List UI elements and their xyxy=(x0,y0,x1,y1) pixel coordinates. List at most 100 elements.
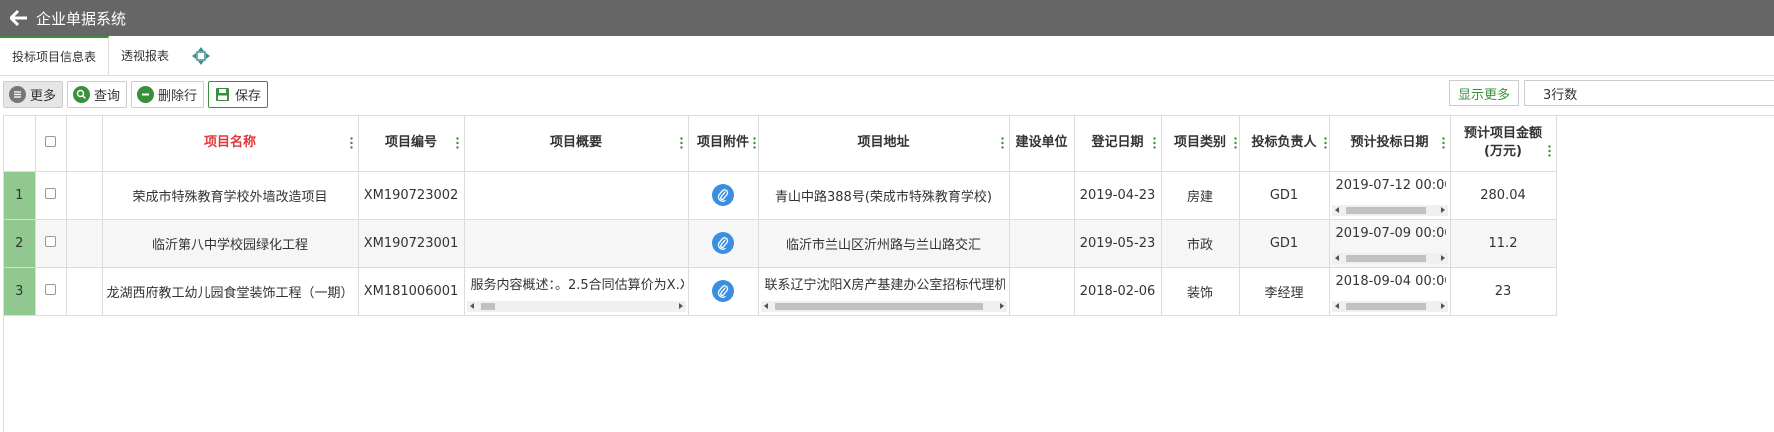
row-select[interactable] xyxy=(35,171,67,220)
cell-builder[interactable] xyxy=(1009,219,1075,268)
cell-project-name[interactable]: 龙湖西府教工幼儿园食堂装饰工程（一期） xyxy=(102,267,359,316)
table-row[interactable]: 1 荣成市特殊教育学校外墙改造项目 XM190723002 青山中路388号(荣… xyxy=(4,171,1557,220)
column-menu-icon[interactable] xyxy=(1547,145,1551,157)
search-icon xyxy=(73,85,91,103)
cell-scrollbar[interactable] xyxy=(760,300,1007,312)
column-menu-icon[interactable] xyxy=(1233,137,1237,149)
cell-reg-date[interactable]: 2019-04-23 xyxy=(1074,171,1162,220)
cell-scrollbar[interactable] xyxy=(1331,204,1448,216)
header-builder[interactable]: 建设单位 xyxy=(1009,116,1075,172)
cell-project-address[interactable]: 联系辽宁沈阳X房产基建办公室招标代理机 xyxy=(758,267,1010,316)
cell-project-code[interactable]: XM181006001 xyxy=(358,267,465,316)
row-select[interactable] xyxy=(35,219,67,268)
cell-project-summary[interactable] xyxy=(464,171,689,220)
cell-scrollbar[interactable] xyxy=(466,300,686,312)
cell-owner[interactable]: GD1 xyxy=(1239,171,1330,220)
more-button[interactable]: 更多 xyxy=(3,80,64,108)
cell-reg-date[interactable]: 2018-02-06 xyxy=(1074,267,1162,316)
save-button[interactable]: 保存 xyxy=(208,80,269,108)
header-rownum xyxy=(4,116,36,172)
query-button[interactable]: 查询 xyxy=(67,80,128,108)
row-select[interactable] xyxy=(35,267,67,316)
paperclip-icon[interactable] xyxy=(712,232,734,254)
cell-attachment[interactable] xyxy=(688,219,759,268)
title-bar: 企业单据系统 xyxy=(0,0,1774,36)
header-project-summary[interactable]: 项目概要 xyxy=(464,116,689,172)
column-menu-icon[interactable] xyxy=(1000,137,1004,149)
row-number: 2 xyxy=(4,219,36,268)
header-row: 项目名称 项目编号 项目概要 项目附件 项目地址 建设单位 登记日期 项目类别 … xyxy=(4,116,1557,172)
minus-icon xyxy=(137,85,155,103)
cell-builder[interactable] xyxy=(1009,267,1075,316)
column-menu-icon[interactable] xyxy=(679,137,683,149)
cell-amount[interactable]: 11.2 xyxy=(1450,219,1557,268)
data-grid: 项目名称 项目编号 项目概要 项目附件 项目地址 建设单位 登记日期 项目类别 … xyxy=(3,115,1774,432)
header-project-name[interactable]: 项目名称 xyxy=(102,116,359,172)
row-checkbox[interactable] xyxy=(45,235,56,247)
cell-reg-date[interactable]: 2019-05-23 xyxy=(1074,219,1162,268)
cell-scrollbar[interactable] xyxy=(1331,252,1448,264)
cell-bid-date[interactable]: 2018-09-04 00:00:00 xyxy=(1329,267,1451,316)
row-checkbox[interactable] xyxy=(45,283,56,295)
cell-project-name[interactable]: 荣成市特殊教育学校外墙改造项目 xyxy=(102,171,359,220)
cell-builder[interactable] xyxy=(1009,171,1075,220)
tab-bar: 投标项目信息表 透视报表 xyxy=(0,36,1774,76)
header-project-code[interactable]: 项目编号 xyxy=(358,116,465,172)
cell-amount[interactable]: 23 xyxy=(1450,267,1557,316)
paperclip-icon[interactable] xyxy=(712,280,734,302)
cell-project-summary[interactable]: 服务内容概述：。2.5合同估算价为X.X xyxy=(464,267,689,316)
more-label: 更多 xyxy=(30,88,57,104)
show-more-button[interactable]: 显示更多 xyxy=(1449,80,1520,106)
column-menu-icon[interactable] xyxy=(752,137,756,149)
row-checkbox[interactable] xyxy=(45,187,56,199)
cell-project-code[interactable]: XM190723002 xyxy=(358,171,465,220)
cell-project-address[interactable]: 临沂市兰山区沂州路与兰山路交汇 xyxy=(758,219,1010,268)
expand-icon[interactable] xyxy=(181,36,221,75)
cell-bid-date[interactable]: 2019-07-12 00:00:00 xyxy=(1329,171,1451,220)
menu-icon xyxy=(9,85,26,103)
row-blank xyxy=(66,219,103,268)
tab-pivot-report[interactable]: 透视报表 xyxy=(109,36,181,75)
header-bid-date[interactable]: 预计投标日期 xyxy=(1329,116,1451,172)
cell-owner[interactable]: GD1 xyxy=(1239,219,1330,268)
paperclip-icon[interactable] xyxy=(712,184,734,206)
cell-owner[interactable]: 李经理 xyxy=(1239,267,1330,316)
table-row[interactable]: 2 临沂第八中学校园绿化工程 XM190723001 临沂市兰山区沂州路与兰山路… xyxy=(4,219,1557,268)
cell-category[interactable]: 装饰 xyxy=(1161,267,1240,316)
bid-date-text: 2018-09-04 00:00:00 xyxy=(1335,273,1446,289)
save-icon xyxy=(214,86,231,103)
header-reg-date[interactable]: 登记日期 xyxy=(1074,116,1162,172)
column-menu-icon[interactable] xyxy=(1152,137,1156,149)
column-menu-icon[interactable] xyxy=(349,137,353,149)
tab-bid-project-info[interactable]: 投标项目信息表 xyxy=(0,36,110,75)
cell-attachment[interactable] xyxy=(688,267,759,316)
header-project-attachment[interactable]: 项目附件 xyxy=(688,116,759,172)
column-menu-icon[interactable] xyxy=(1323,137,1327,149)
header-amount[interactable]: 预计项目金额(万元) xyxy=(1450,116,1557,172)
header-select-all[interactable] xyxy=(35,116,67,172)
cell-amount[interactable]: 280.04 xyxy=(1450,171,1557,220)
header-category[interactable]: 项目类别 xyxy=(1161,116,1240,172)
header-owner[interactable]: 投标负责人 xyxy=(1239,116,1330,172)
rows-count-selector[interactable]: 3行数 xyxy=(1524,80,1774,106)
table-row[interactable]: 3 龙湖西府教工幼儿园食堂装饰工程（一期） XM181006001 服务内容概述… xyxy=(4,267,1557,316)
cell-bid-date[interactable]: 2019-07-09 00:00:00 xyxy=(1329,219,1451,268)
back-arrow-icon[interactable] xyxy=(10,8,30,28)
cell-scrollbar[interactable] xyxy=(1331,300,1448,312)
cell-category[interactable]: 房建 xyxy=(1161,171,1240,220)
cell-project-summary[interactable] xyxy=(464,219,689,268)
cell-attachment[interactable] xyxy=(688,171,759,220)
project-table: 项目名称 项目编号 项目概要 项目附件 项目地址 建设单位 登记日期 项目类别 … xyxy=(4,116,1557,316)
select-all-checkbox[interactable] xyxy=(45,135,56,147)
column-menu-icon[interactable] xyxy=(1441,137,1445,149)
header-blank xyxy=(66,116,103,172)
delete-row-button[interactable]: 删除行 xyxy=(131,80,205,108)
cell-project-name[interactable]: 临沂第八中学校园绿化工程 xyxy=(102,219,359,268)
cell-project-address[interactable]: 青山中路388号(荣成市特殊教育学校) xyxy=(758,171,1010,220)
app-title: 企业单据系统 xyxy=(36,9,127,28)
header-project-address[interactable]: 项目地址 xyxy=(758,116,1010,172)
cell-category[interactable]: 市政 xyxy=(1161,219,1240,268)
cell-project-code[interactable]: XM190723001 xyxy=(358,219,465,268)
column-menu-icon[interactable] xyxy=(455,137,459,149)
row-blank xyxy=(66,171,103,220)
